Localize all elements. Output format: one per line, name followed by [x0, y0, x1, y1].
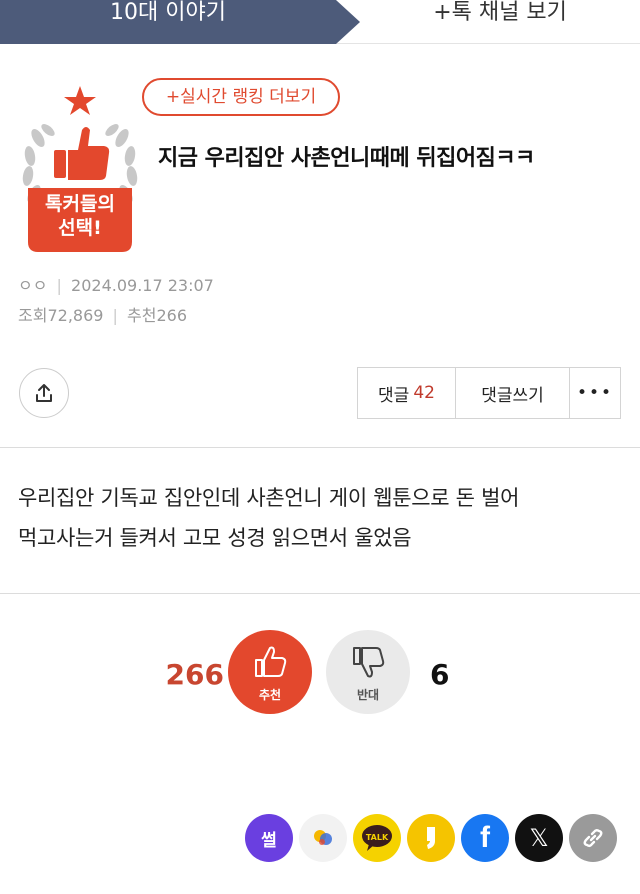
- views-label: 조회: [18, 306, 48, 325]
- badge-line1: 톡커들의: [45, 193, 115, 215]
- views-count: 72,869: [47, 306, 104, 325]
- kakaotalk-share-button[interactable]: TALK: [353, 814, 401, 862]
- x-icon: 𝕏: [529, 824, 549, 852]
- facebook-share-button[interactable]: f: [461, 814, 509, 862]
- post-body-line: 먹고사는거 들켜서 고모 성경 읽으면서 울었음: [18, 526, 412, 550]
- post-action-group: 댓글 42 댓글쓰기 •••: [357, 367, 621, 419]
- write-comment-button[interactable]: 댓글쓰기: [456, 368, 570, 418]
- recommend-count: 266: [156, 306, 188, 325]
- tab-channel-view[interactable]: +톡 채널 보기: [360, 0, 640, 26]
- kakaotalk-label: TALK: [366, 833, 389, 842]
- top-tab-bar: 10대 이야기 +톡 채널 보기: [0, 0, 640, 44]
- share-button[interactable]: [19, 368, 69, 418]
- divider: [0, 447, 640, 448]
- band-share-button[interactable]: [299, 814, 347, 862]
- facebook-icon: f: [480, 821, 490, 854]
- post-body: 우리집안 기독교 집안인데 사촌언니 게이 웹툰으로 돈 벌어 먹고사는거 들켜…: [18, 478, 628, 558]
- realtime-ranking-button[interactable]: +실시간 랭킹 더보기: [142, 78, 340, 116]
- post-meta-author-date: ㅇㅇ | 2024.09.17 23:07: [18, 272, 214, 296]
- share-icon: [36, 384, 52, 402]
- ssul-share-button[interactable]: 썰: [245, 814, 293, 862]
- recommend-label: 추천: [127, 306, 157, 325]
- meta-divider: |: [112, 306, 118, 325]
- comments-button[interactable]: 댓글 42: [358, 368, 456, 418]
- kakaotalk-icon: TALK: [362, 825, 392, 851]
- link-icon: [583, 829, 603, 847]
- kakaostory-icon: [427, 827, 435, 849]
- oppose-label: 반대: [356, 688, 380, 702]
- copy-link-button[interactable]: [569, 814, 617, 862]
- comments-label: 댓글: [378, 385, 410, 406]
- badge-label: 톡커들의 선택!: [30, 192, 130, 240]
- recommend-button[interactable]: 추천: [228, 630, 312, 714]
- band-icon: [314, 830, 332, 845]
- post-date: 2024.09.17 23:07: [71, 276, 214, 295]
- post-author[interactable]: ㅇㅇ: [18, 276, 47, 295]
- meta-divider: |: [56, 276, 62, 295]
- x-share-button[interactable]: 𝕏: [515, 814, 563, 862]
- more-button[interactable]: •••: [570, 368, 620, 418]
- tab-10s-stories-label: 10대 이야기: [110, 0, 226, 25]
- post-body-line: 우리집안 기독교 집안인데 사촌언니 게이 웹툰으로 돈 벌어: [18, 486, 520, 510]
- tab-10s-stories[interactable]: 10대 이야기: [0, 0, 360, 44]
- divider: [0, 593, 640, 594]
- post-title: 지금 우리집안 사촌언니때메 뒤집어짐ㅋㅋ: [158, 146, 535, 171]
- post-meta-stats: 조회72,869 | 추천266: [18, 302, 187, 326]
- recommend-label: 추천: [258, 688, 282, 702]
- kakaostory-share-button[interactable]: [407, 814, 455, 862]
- talkers-choice-badge: 톡커들의 선택!: [16, 80, 144, 262]
- ssul-icon: 썰: [261, 830, 277, 851]
- comments-count: 42: [413, 383, 435, 403]
- thumbs-down-icon: [353, 647, 385, 678]
- oppose-vote-count: 6: [430, 658, 450, 691]
- oppose-button[interactable]: 반대: [326, 630, 410, 714]
- badge-line2: 선택!: [58, 217, 102, 239]
- recommend-vote-count: 266: [165, 658, 224, 691]
- thumbs-up-icon: [255, 646, 287, 677]
